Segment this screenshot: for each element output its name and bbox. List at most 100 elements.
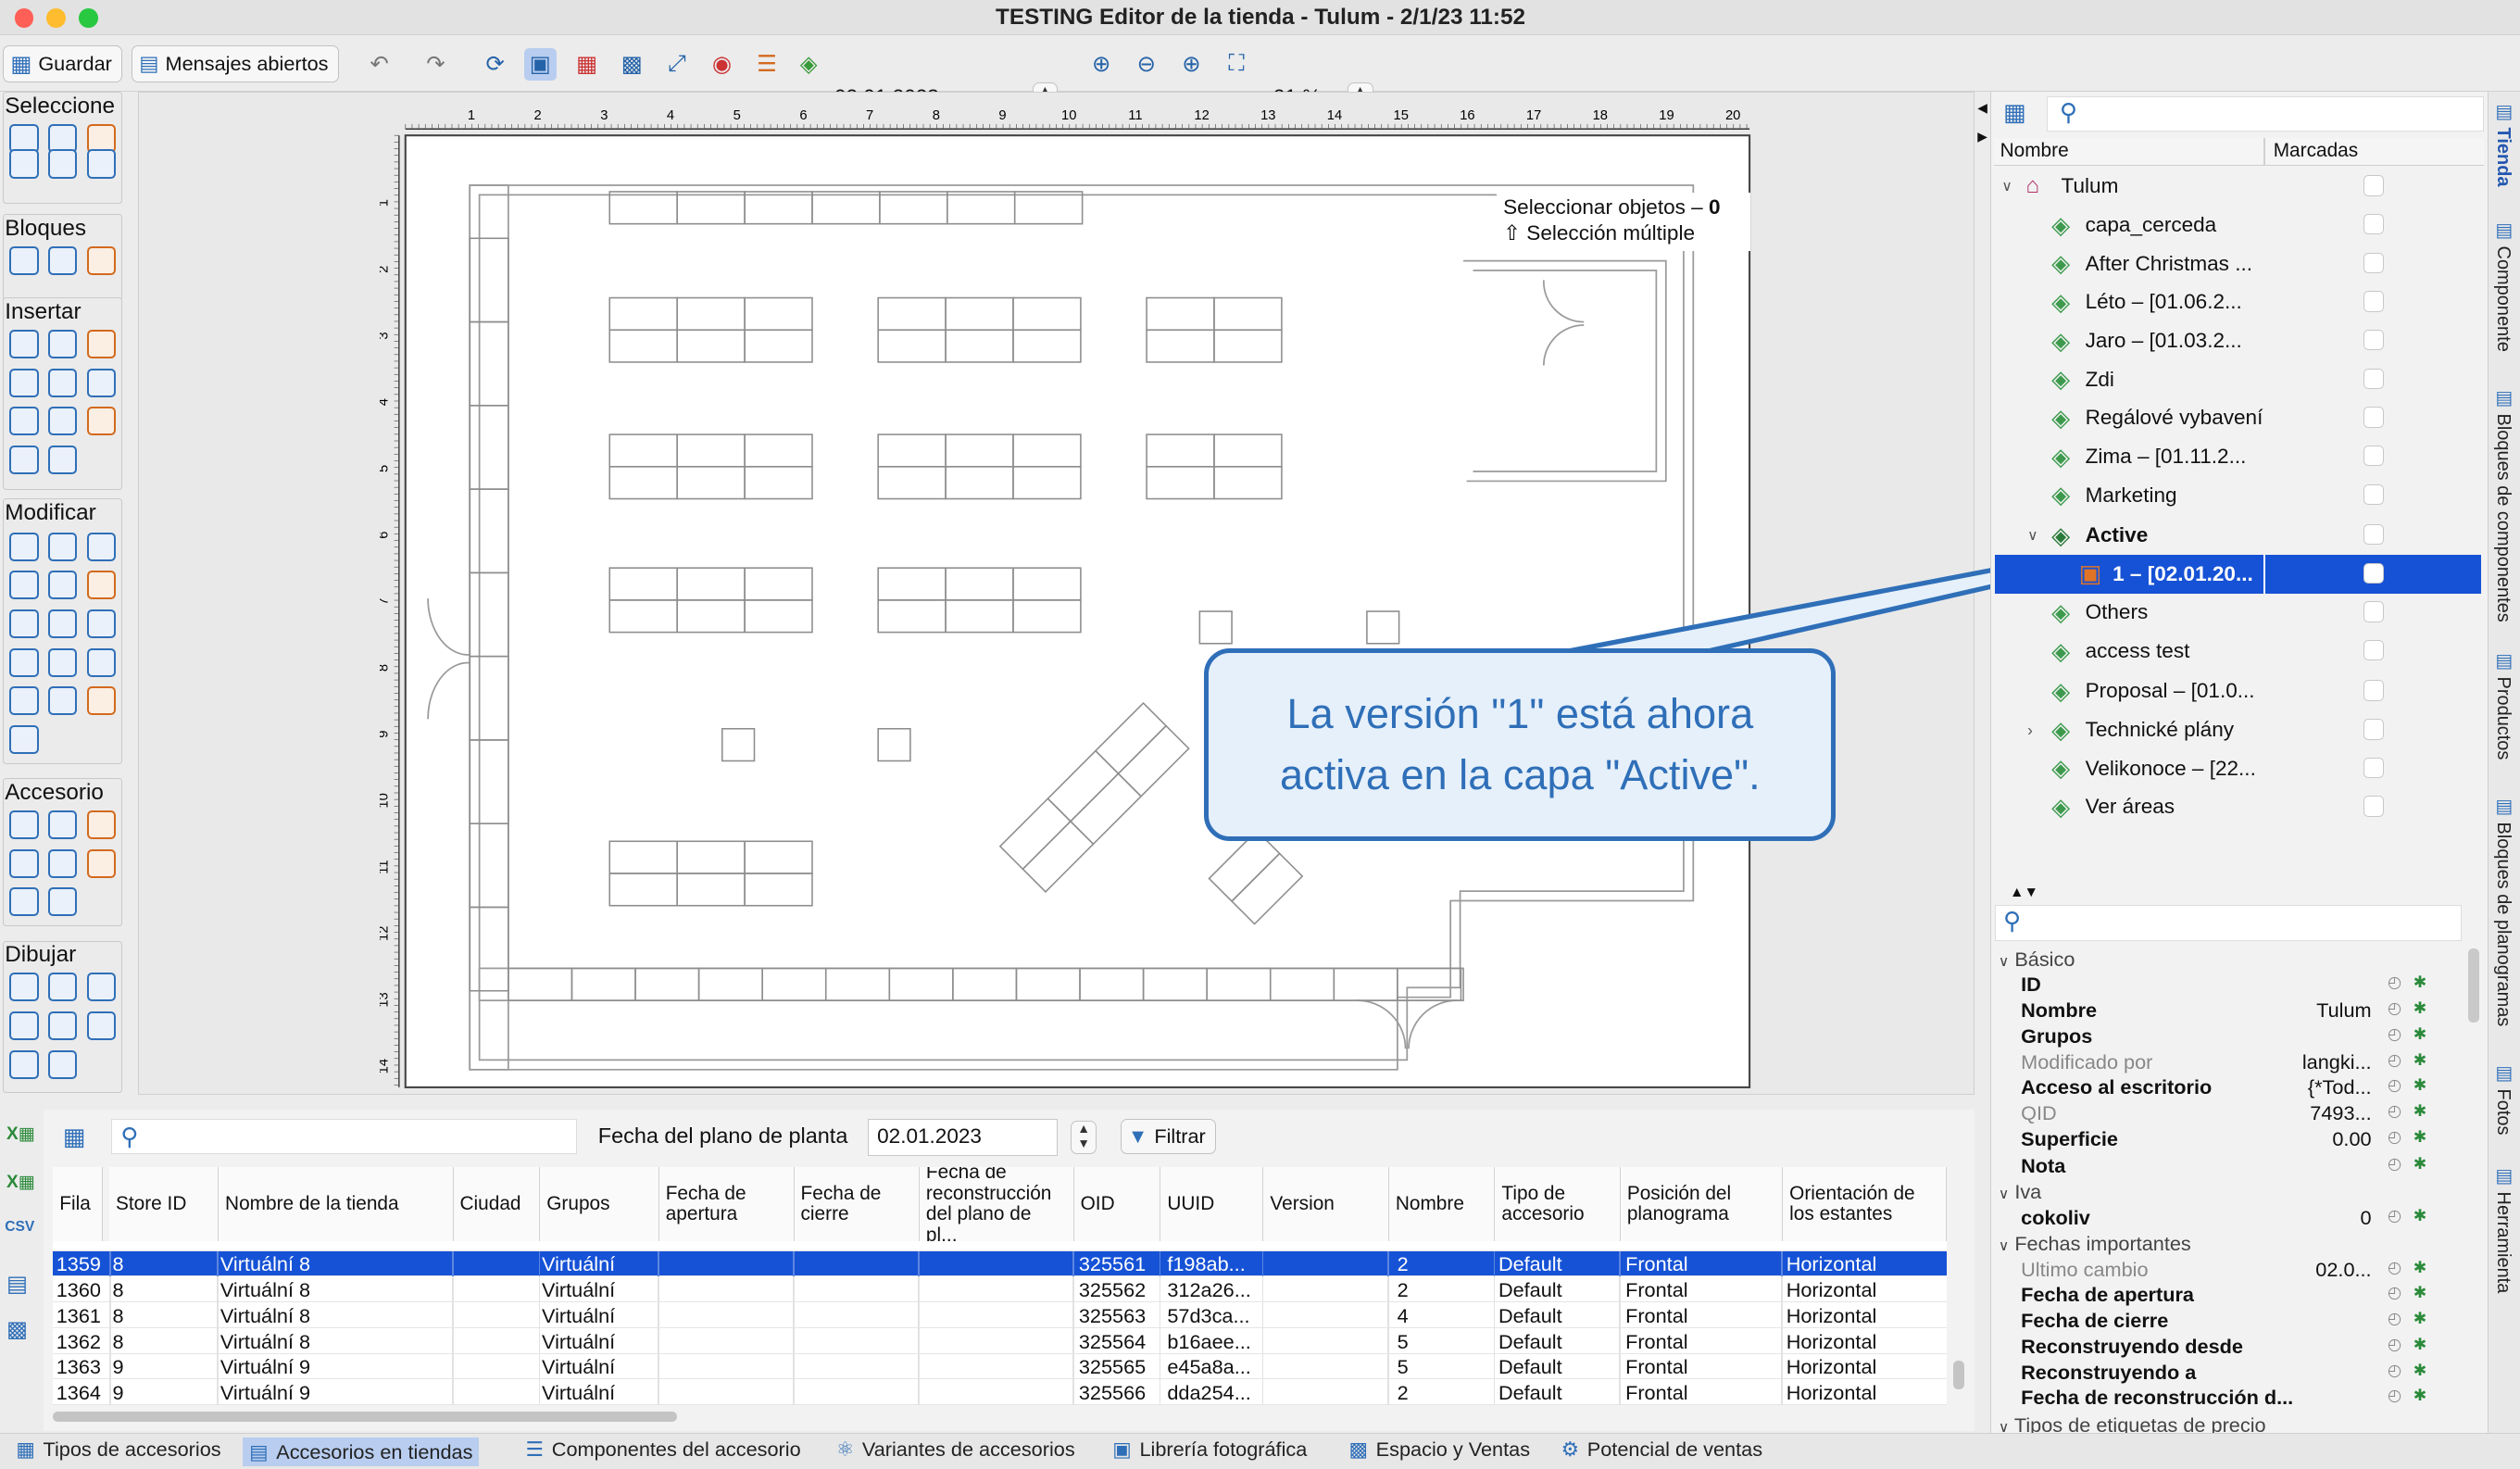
grid-icon[interactable]: ▦ [570, 48, 603, 81]
palette-tool-icon[interactable] [86, 532, 116, 561]
palette-tool-icon[interactable] [9, 445, 39, 475]
tree-root-tulum[interactable]: ∨ ⌂ Tulum [1995, 168, 2480, 207]
pin-icon[interactable]: ✱ [2413, 1075, 2427, 1095]
floorplan-date-field[interactable]: 02.01.2023 [868, 1119, 1059, 1157]
bottom-tab[interactable]: ▤ Accesorios en tiendas [243, 1437, 480, 1467]
tree-item-layer[interactable]: ∨ ◈ Active [1995, 516, 2480, 555]
root-marked-checkbox[interactable] [2363, 175, 2385, 196]
tree-item-layer[interactable]: › ◈ Technické plány [1995, 710, 2480, 749]
save-button[interactable]: ▦ Guardar [3, 44, 123, 82]
palette-tool-icon[interactable] [9, 647, 39, 677]
property-section[interactable]: ∨ Fechas importantes [1999, 1232, 2449, 1258]
tree-item-layer[interactable]: ◈ access test [1995, 632, 2480, 671]
tree-item-layer[interactable]: ◈ Proposal – [01.0... [1995, 672, 2480, 711]
pin-icon[interactable]: ✱ [2413, 1050, 2427, 1070]
layer-marked-checkbox[interactable] [2363, 523, 2385, 546]
table-header[interactable]: Fila [53, 1167, 104, 1242]
property-row[interactable]: cokoliv 0 ◴ ✱ [2021, 1206, 2471, 1232]
palette-tool-icon[interactable] [86, 647, 116, 677]
layer-marked-checkbox[interactable] [2363, 329, 2385, 351]
property-row[interactable]: Grupos ◴ ✱ [2021, 1024, 2471, 1050]
palette-tool-icon[interactable] [9, 245, 39, 275]
palette-tool-icon[interactable] [9, 368, 39, 397]
palette-tool-icon[interactable] [9, 1049, 39, 1079]
pin-icon[interactable]: ✱ [2413, 1335, 2427, 1354]
bottom-tab[interactable]: ⚛ Variantes de accesorios [836, 1438, 1075, 1462]
palette-tool-icon[interactable] [9, 329, 39, 359]
palette-tool-icon[interactable] [86, 149, 116, 179]
layers-toggle-icon[interactable]: ☰ [751, 48, 784, 81]
palette-tool-icon[interactable] [48, 407, 78, 436]
inherit-icon[interactable]: ◴ [2388, 1206, 2401, 1225]
inherit-icon[interactable]: ◴ [2388, 1258, 2401, 1277]
chart-icon[interactable]: ▩ [6, 1315, 28, 1343]
inherit-icon[interactable]: ◴ [2388, 1361, 2401, 1380]
layer-marked-checkbox[interactable] [2363, 407, 2385, 428]
palette-tool-icon[interactable] [9, 571, 39, 600]
layer-marked-checkbox[interactable] [2363, 639, 2385, 661]
redo-icon[interactable]: ↷ [420, 48, 452, 81]
inherit-icon[interactable]: ◴ [2388, 1101, 2401, 1121]
table-view-icon[interactable]: ▦ [2003, 98, 2026, 127]
palette-tool-icon[interactable] [48, 571, 78, 600]
layer-marked-checkbox[interactable] [2363, 291, 2385, 312]
property-row[interactable]: Fecha de reconstrucción d... ◴ ✱ [2021, 1386, 2471, 1412]
table-header[interactable]: OID [1073, 1167, 1161, 1242]
side-tab[interactable]: ▤ Productos [2492, 649, 2514, 760]
table-header[interactable]: Nombre de la tienda [219, 1167, 454, 1242]
property-section[interactable]: ∨ Básico [1999, 948, 2449, 973]
tree-item-layer[interactable]: ◈ Jaro – [01.03.2... [1995, 321, 2480, 360]
property-row[interactable]: Fecha de cierre ◴ ✱ [2021, 1309, 2471, 1335]
property-row[interactable]: Reconstruyendo a ◴ ✱ [2021, 1361, 2471, 1387]
palette-tool-icon[interactable] [86, 848, 116, 878]
filter-button[interactable]: ▼ Filtrar [1120, 1119, 1217, 1155]
csv-export-icon[interactable]: CSV [5, 1219, 34, 1236]
excel-export-icon[interactable]: X▦ [6, 1123, 35, 1145]
properties-scrollbar[interactable] [2467, 948, 2479, 1023]
chevron-down-icon[interactable]: ∨ [2001, 178, 2012, 195]
refresh-icon[interactable]: ⟳ [479, 48, 511, 81]
excel-import-icon[interactable]: X▦ [6, 1171, 35, 1193]
layer-marked-checkbox[interactable] [2363, 483, 2385, 506]
pin-icon[interactable]: ✱ [2413, 1101, 2427, 1121]
palette-tool-icon[interactable] [9, 407, 39, 436]
palette-tool-icon[interactable] [48, 368, 78, 397]
inherit-icon[interactable]: ◴ [2388, 1154, 2401, 1174]
pin-icon[interactable]: ✱ [2413, 973, 2427, 992]
measure-icon[interactable]: ⤢ [660, 48, 693, 81]
palette-tool-icon[interactable] [9, 973, 39, 1002]
property-row[interactable]: QID 7493... ◴ ✱ [2021, 1101, 2471, 1127]
inherit-icon[interactable]: ◴ [2388, 1283, 2401, 1302]
layer-marked-checkbox[interactable] [2363, 757, 2385, 779]
bottom-tab[interactable]: ▣ Librería fotográfica [1112, 1438, 1307, 1462]
palette-tool-icon[interactable] [86, 686, 116, 716]
table-header[interactable]: Fecha de cierre [794, 1167, 920, 1242]
table-row[interactable]: 1360 8 Virtuální 8 Virtuální 325562 312a26...… [53, 1276, 1948, 1303]
table-header[interactable]: Fecha de apertura [658, 1167, 795, 1242]
palette-tool-icon[interactable] [48, 149, 78, 179]
side-tab[interactable]: ▤ Bloques de componentes [2492, 386, 2514, 622]
camera-icon[interactable]: ◉ [706, 48, 738, 81]
table-header[interactable]: UUID [1160, 1167, 1264, 1242]
palette-tool-icon[interactable] [48, 686, 78, 716]
table-search-input[interactable] [110, 1119, 578, 1155]
palette-tool-icon[interactable] [9, 810, 39, 840]
pin-icon[interactable]: ✱ [2413, 1258, 2427, 1277]
inherit-icon[interactable]: ◴ [2388, 998, 2401, 1018]
table-header[interactable]: Grupos [540, 1167, 659, 1242]
palette-tool-icon[interactable] [48, 848, 78, 878]
palette-tool-icon[interactable] [9, 123, 39, 153]
pin-icon[interactable]: ✱ [2413, 1206, 2427, 1225]
inherit-icon[interactable]: ◴ [2388, 1309, 2401, 1328]
palette-tool-icon[interactable] [86, 123, 116, 153]
palette-tool-icon[interactable] [48, 445, 78, 475]
tree-item-layer[interactable]: ◈ capa_cerceda [1995, 206, 2480, 245]
collapse-left-icon[interactable]: ◀ [1977, 100, 1987, 116]
layer-search-input[interactable] [2046, 96, 2485, 132]
palette-tool-icon[interactable] [9, 686, 39, 716]
property-section[interactable]: ∨ Iva [1999, 1180, 2449, 1206]
tree-item-layer[interactable]: ◈ Ver áreas [1995, 788, 2480, 827]
layer-marked-checkbox[interactable] [2363, 368, 2385, 390]
table-header[interactable]: Nombre [1388, 1167, 1496, 1242]
table-header[interactable]: Tipo de accesorio [1495, 1167, 1621, 1242]
